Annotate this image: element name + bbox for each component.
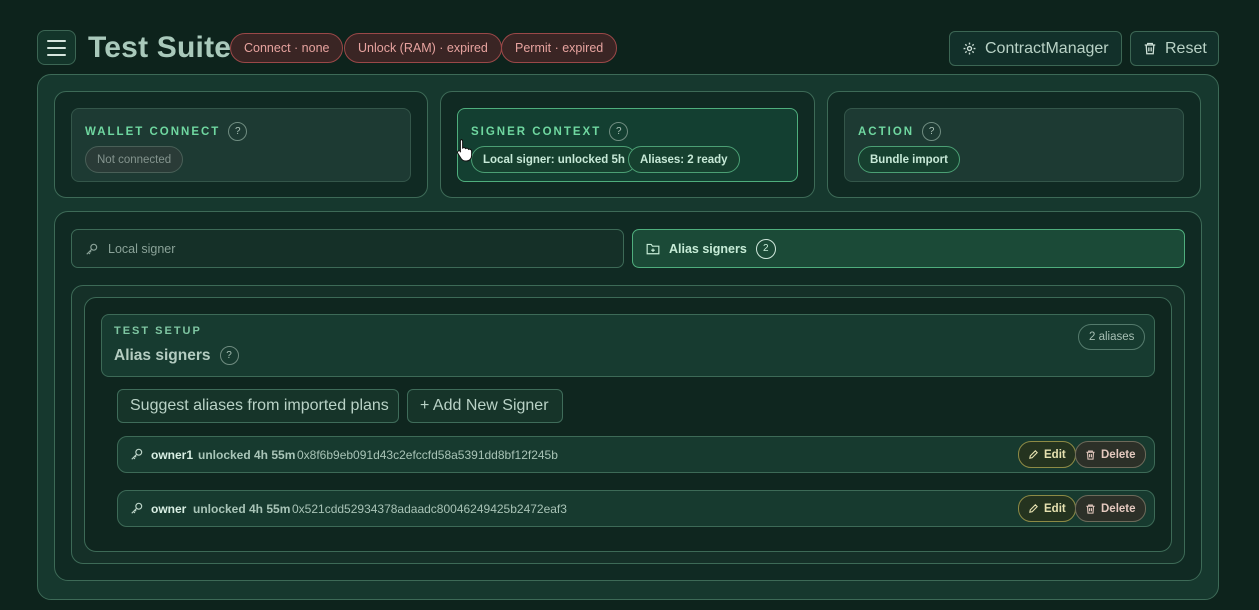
- page-title: Test Suite: [88, 31, 232, 64]
- action-card: ACTION ? Bundle import: [827, 91, 1201, 198]
- hamburger-icon: [47, 39, 66, 42]
- signer-context-title: SIGNER CONTEXT: [471, 125, 602, 138]
- folder-icon: [646, 243, 660, 255]
- tab-alias-signers-label: Alias signers: [669, 241, 747, 256]
- signer-row[interactable]: owner unlocked 4h 55m 0x521cdd52934378ad…: [117, 490, 1155, 527]
- section-title: Alias signers: [114, 346, 211, 364]
- key-icon: [131, 502, 143, 514]
- signer-context-card: SIGNER CONTEXT ? Local signer: unlocked …: [440, 91, 815, 198]
- help-icon[interactable]: ?: [922, 122, 942, 141]
- mouse-cursor-icon: [456, 139, 473, 162]
- signer-row[interactable]: owner1 unlocked 4h 55m 0x8f6b9eb091d43c2…: [117, 436, 1155, 473]
- delete-button[interactable]: Delete: [1075, 441, 1146, 468]
- menu-button[interactable]: [37, 30, 76, 65]
- test-setup-header: [101, 314, 1155, 377]
- alias-count-badge: 2: [755, 238, 776, 259]
- contract-manager-label: ContractManager: [985, 39, 1109, 57]
- permit-status-badge: Permit · expired: [501, 33, 618, 63]
- wallet-connect-card: WALLET CONNECT ? Not connected: [54, 91, 428, 198]
- action-title: ACTION: [858, 125, 915, 138]
- reset-label: Reset: [1165, 39, 1207, 57]
- delete-button[interactable]: Delete: [1075, 495, 1146, 522]
- help-icon[interactable]: ?: [228, 122, 248, 141]
- reset-button[interactable]: Reset: [1130, 31, 1219, 66]
- add-new-signer-button[interactable]: + Add New Signer: [407, 389, 563, 423]
- help-icon[interactable]: ?: [609, 122, 629, 141]
- pencil-icon: [1029, 450, 1038, 459]
- key-icon: [131, 448, 143, 460]
- signer-status: unlocked 4h 55m: [193, 502, 291, 516]
- trash-icon: [1086, 450, 1095, 460]
- signer-alias: owner1: [151, 448, 194, 462]
- wallet-connect-title: WALLET CONNECT: [85, 125, 221, 138]
- signer-address: 0x521cdd52934378adaadc80046249425b2472ea…: [292, 502, 567, 516]
- trash-icon: [1144, 42, 1156, 55]
- local-signer-chip: Local signer: unlocked 5h: [471, 146, 637, 173]
- gear-icon: [963, 42, 976, 55]
- tab-local-signer[interactable]: Local signer: [71, 229, 624, 268]
- aliases-chip: Aliases: 2 ready: [628, 146, 740, 173]
- test-setup-eyebrow: TEST SETUP: [114, 325, 202, 337]
- help-icon[interactable]: ?: [219, 346, 239, 365]
- key-icon: [86, 243, 98, 255]
- connect-status-badge: Connect · none: [230, 33, 344, 63]
- tab-local-signer-label: Local signer: [108, 241, 176, 256]
- wallet-status-chip: Not connected: [85, 146, 184, 173]
- unlock-status-badge: Unlock (RAM) · expired: [344, 33, 502, 63]
- signer-alias: owner: [151, 502, 187, 516]
- trash-icon: [1086, 504, 1095, 514]
- signer-address: 0x8f6b9eb091d43c2efccfd58a5391dd8bf12f24…: [297, 448, 558, 462]
- pencil-icon: [1029, 504, 1038, 513]
- contract-manager-button[interactable]: ContractManager: [949, 31, 1122, 66]
- signer-status: unlocked 4h 55m: [198, 448, 296, 462]
- tab-alias-signers[interactable]: Alias signers 2: [632, 229, 1185, 268]
- aliases-count-badge: 2 aliases: [1078, 324, 1146, 350]
- edit-button[interactable]: Edit: [1018, 495, 1076, 522]
- bundle-import-chip: Bundle import: [858, 146, 960, 173]
- edit-button[interactable]: Edit: [1018, 441, 1076, 468]
- suggest-aliases-button[interactable]: Suggest aliases from imported plans: [117, 389, 399, 423]
